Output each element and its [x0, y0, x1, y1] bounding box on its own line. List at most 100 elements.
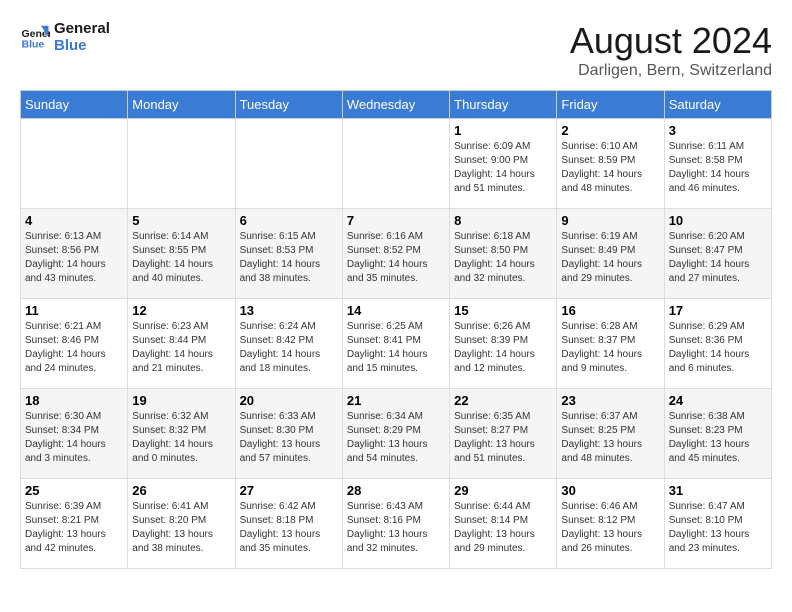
day-info: Sunrise: 6:18 AM Sunset: 8:50 PM Dayligh…: [454, 230, 552, 286]
calendar-week-row: 18 Sunrise: 6:30 AM Sunset: 8:34 PM Dayli…: [21, 389, 772, 479]
day-info: Sunrise: 6:34 AM Sunset: 8:29 PM Dayligh…: [347, 410, 445, 466]
day-info: Sunrise: 6:39 AM Sunset: 8:21 PM Dayligh…: [25, 500, 123, 556]
calendar-day-cell: 18 Sunrise: 6:30 AM Sunset: 8:34 PM Dayli…: [21, 389, 128, 479]
calendar-day-cell: 5Sunrise: 6:14 AM Sunset: 8:55 PM Daylig…: [128, 209, 235, 299]
day-info: Sunrise: 6:15 AM Sunset: 8:53 PM Dayligh…: [240, 230, 338, 286]
day-info: Sunrise: 6:37 AM Sunset: 8:25 PM Dayligh…: [561, 410, 659, 466]
day-number: 30: [561, 483, 659, 498]
svg-text:Blue: Blue: [22, 39, 45, 51]
calendar-day-cell: 13 Sunrise: 6:24 AM Sunset: 8:42 PM Dayli…: [235, 299, 342, 389]
day-info: Sunrise: 6:26 AM Sunset: 8:39 PM Dayligh…: [454, 320, 552, 376]
day-number: 31: [669, 483, 767, 498]
day-number: 13: [240, 303, 338, 318]
day-info: Sunrise: 6:10 AM Sunset: 8:59 PM Dayligh…: [561, 140, 659, 196]
day-number: 3: [669, 123, 767, 138]
calendar-day-cell: 1 Sunrise: 6:09 AM Sunset: 9:00 PM Daylig…: [450, 119, 557, 209]
logo-blue: Blue: [54, 37, 110, 54]
calendar-day-cell: 17 Sunrise: 6:29 AM Sunset: 8:36 PM Dayli…: [664, 299, 771, 389]
calendar-day-cell: 10Sunrise: 6:20 AM Sunset: 8:47 PM Dayli…: [664, 209, 771, 299]
day-info: Sunrise: 6:25 AM Sunset: 8:41 PM Dayligh…: [347, 320, 445, 376]
calendar-week-row: 1 Sunrise: 6:09 AM Sunset: 9:00 PM Daylig…: [21, 119, 772, 209]
calendar-day-cell: 20 Sunrise: 6:33 AM Sunset: 8:30 PM Dayli…: [235, 389, 342, 479]
day-number: 27: [240, 483, 338, 498]
title-block: August 2024 Darligen, Bern, Switzerland: [570, 20, 772, 80]
calendar-day-cell: [235, 119, 342, 209]
calendar-week-row: 11 Sunrise: 6:21 AM Sunset: 8:46 PM Dayli…: [21, 299, 772, 389]
logo-icon: General Blue: [20, 22, 50, 52]
day-info: Sunrise: 6:09 AM Sunset: 9:00 PM Dayligh…: [454, 140, 552, 196]
day-number: 14: [347, 303, 445, 318]
day-number: 2: [561, 123, 659, 138]
day-info: Sunrise: 6:30 AM Sunset: 8:34 PM Dayligh…: [25, 410, 123, 466]
calendar-day-cell: 6 Sunrise: 6:15 AM Sunset: 8:53 PM Daylig…: [235, 209, 342, 299]
calendar-table: SundayMondayTuesdayWednesdayThursdayFrid…: [20, 90, 772, 569]
day-number: 20: [240, 393, 338, 408]
day-number: 6: [240, 213, 338, 228]
day-number: 4: [25, 213, 123, 228]
day-number: 10: [669, 213, 767, 228]
calendar-day-cell: 21 Sunrise: 6:34 AM Sunset: 8:29 PM Dayli…: [342, 389, 449, 479]
day-info: Sunrise: 6:43 AM Sunset: 8:16 PM Dayligh…: [347, 500, 445, 556]
day-info: Sunrise: 6:11 AM Sunset: 8:58 PM Dayligh…: [669, 140, 767, 196]
day-number: 28: [347, 483, 445, 498]
day-number: 21: [347, 393, 445, 408]
day-number: 29: [454, 483, 552, 498]
day-number: 24: [669, 393, 767, 408]
calendar-day-cell: 19 Sunrise: 6:32 AM Sunset: 8:32 PM Dayli…: [128, 389, 235, 479]
day-info: Sunrise: 6:33 AM Sunset: 8:30 PM Dayligh…: [240, 410, 338, 466]
day-number: 22: [454, 393, 552, 408]
calendar-day-cell: 2 Sunrise: 6:10 AM Sunset: 8:59 PM Daylig…: [557, 119, 664, 209]
calendar-day-cell: [21, 119, 128, 209]
location-text: Darligen, Bern, Switzerland: [570, 62, 772, 80]
day-number: 7: [347, 213, 445, 228]
weekday-header-saturday: Saturday: [664, 91, 771, 119]
day-number: 23: [561, 393, 659, 408]
day-info: Sunrise: 6:19 AM Sunset: 8:49 PM Dayligh…: [561, 230, 659, 286]
calendar-week-row: 25 Sunrise: 6:39 AM Sunset: 8:21 PM Dayli…: [21, 479, 772, 569]
calendar-day-cell: 12Sunrise: 6:23 AM Sunset: 8:44 PM Dayli…: [128, 299, 235, 389]
calendar-week-row: 4Sunrise: 6:13 AM Sunset: 8:56 PM Daylig…: [21, 209, 772, 299]
day-number: 26: [132, 483, 230, 498]
day-info: Sunrise: 6:16 AM Sunset: 8:52 PM Dayligh…: [347, 230, 445, 286]
day-number: 1: [454, 123, 552, 138]
calendar-day-cell: 23 Sunrise: 6:37 AM Sunset: 8:25 PM Dayli…: [557, 389, 664, 479]
calendar-day-cell: 22Sunrise: 6:35 AM Sunset: 8:27 PM Dayli…: [450, 389, 557, 479]
calendar-day-cell: 9 Sunrise: 6:19 AM Sunset: 8:49 PM Daylig…: [557, 209, 664, 299]
day-info: Sunrise: 6:32 AM Sunset: 8:32 PM Dayligh…: [132, 410, 230, 466]
weekday-header-sunday: Sunday: [21, 91, 128, 119]
day-number: 18: [25, 393, 123, 408]
day-number: 11: [25, 303, 123, 318]
weekday-header-thursday: Thursday: [450, 91, 557, 119]
weekday-header-friday: Friday: [557, 91, 664, 119]
day-number: 12: [132, 303, 230, 318]
weekday-header-monday: Monday: [128, 91, 235, 119]
calendar-day-cell: 16Sunrise: 6:28 AM Sunset: 8:37 PM Dayli…: [557, 299, 664, 389]
day-number: 25: [25, 483, 123, 498]
day-number: 17: [669, 303, 767, 318]
day-info: Sunrise: 6:29 AM Sunset: 8:36 PM Dayligh…: [669, 320, 767, 376]
calendar-day-cell: 30 Sunrise: 6:46 AM Sunset: 8:12 PM Dayli…: [557, 479, 664, 569]
day-info: Sunrise: 6:28 AM Sunset: 8:37 PM Dayligh…: [561, 320, 659, 376]
calendar-day-cell: 8Sunrise: 6:18 AM Sunset: 8:50 PM Daylig…: [450, 209, 557, 299]
day-info: Sunrise: 6:24 AM Sunset: 8:42 PM Dayligh…: [240, 320, 338, 376]
calendar-day-cell: 3 Sunrise: 6:11 AM Sunset: 8:58 PM Daylig…: [664, 119, 771, 209]
day-number: 19: [132, 393, 230, 408]
calendar-day-cell: 11 Sunrise: 6:21 AM Sunset: 8:46 PM Dayli…: [21, 299, 128, 389]
weekday-header-wednesday: Wednesday: [342, 91, 449, 119]
calendar-day-cell: 4Sunrise: 6:13 AM Sunset: 8:56 PM Daylig…: [21, 209, 128, 299]
calendar-day-cell: 26Sunrise: 6:41 AM Sunset: 8:20 PM Dayli…: [128, 479, 235, 569]
calendar-day-cell: [342, 119, 449, 209]
calendar-day-cell: 28 Sunrise: 6:43 AM Sunset: 8:16 PM Dayli…: [342, 479, 449, 569]
day-number: 9: [561, 213, 659, 228]
page-header: General Blue General Blue August 2024 Da…: [20, 20, 772, 80]
calendar-day-cell: 31Sunrise: 6:47 AM Sunset: 8:10 PM Dayli…: [664, 479, 771, 569]
day-info: Sunrise: 6:46 AM Sunset: 8:12 PM Dayligh…: [561, 500, 659, 556]
day-info: Sunrise: 6:21 AM Sunset: 8:46 PM Dayligh…: [25, 320, 123, 376]
calendar-day-cell: [128, 119, 235, 209]
weekday-header-tuesday: Tuesday: [235, 91, 342, 119]
day-info: Sunrise: 6:14 AM Sunset: 8:55 PM Dayligh…: [132, 230, 230, 286]
day-info: Sunrise: 6:42 AM Sunset: 8:18 PM Dayligh…: [240, 500, 338, 556]
day-info: Sunrise: 6:38 AM Sunset: 8:23 PM Dayligh…: [669, 410, 767, 466]
weekday-header-row: SundayMondayTuesdayWednesdayThursdayFrid…: [21, 91, 772, 119]
month-year-title: August 2024: [570, 20, 772, 62]
